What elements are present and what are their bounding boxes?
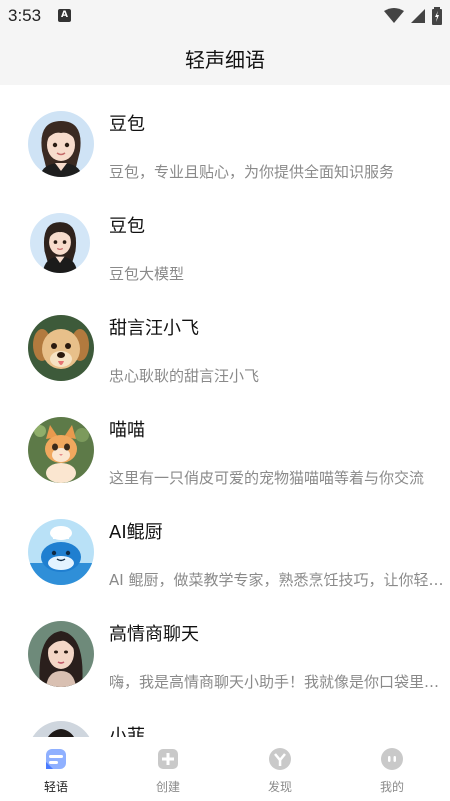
status-icons: [384, 7, 442, 25]
kitten-avatar: [28, 417, 94, 483]
chat-item-ai-chef[interactable]: AI鲲厨 AI 鲲厨，做菜教学专家，熟悉烹饪技巧，让你轻松下厨: [0, 493, 450, 595]
plus-square-icon: [158, 749, 178, 769]
whale-chef-avatar: [28, 519, 94, 585]
chat-description: 嗨，我是高情商聊天小助手！我就像是你口袋里的好友: [109, 673, 449, 691]
tab-discover[interactable]: 发现: [224, 737, 336, 801]
chat-item-high-eq[interactable]: 高情商聊天 嗨，我是高情商聊天小助手！我就像是你口袋里的好友: [0, 595, 450, 697]
tab-label: 创建: [155, 780, 180, 794]
discover-icon: [269, 748, 291, 770]
chat-name: 喵喵: [109, 420, 145, 441]
page-title: 轻声细语: [185, 48, 265, 72]
woman-portrait-avatar: [28, 621, 94, 687]
signal-icon: [411, 9, 425, 23]
doubao-girl-avatar-small: [30, 213, 90, 273]
battery-icon: [432, 7, 442, 25]
chat-name: 豆包: [109, 216, 145, 237]
chat-item-doubao-model[interactable]: 豆包 豆包大模型: [0, 187, 450, 289]
tab-profile[interactable]: 我的: [336, 737, 448, 801]
bottom-tab-bar: 轻语 创建 发现 我的: [0, 737, 450, 801]
xiaofei-avatar: [28, 721, 94, 737]
chat-list[interactable]: 豆包 豆包，专业且贴心，为你提供全面知识服务 豆包 豆包大模型 甜言汪小飞 忠心…: [0, 85, 450, 737]
chat-description: 豆包，专业且贴心，为你提供全面知识服务: [109, 163, 395, 181]
chat-name: 高情商聊天: [109, 624, 199, 645]
notification-a-icon: A: [58, 9, 71, 22]
chat-description: 忠心耿耿的甜言汪小飞: [109, 367, 260, 385]
chat-item-puppy[interactable]: 甜言汪小飞 忠心耿耿的甜言汪小飞: [0, 289, 450, 391]
chat-name: 豆包: [109, 114, 145, 135]
chat-description: 豆包大模型: [109, 265, 185, 283]
tab-qingyu[interactable]: 轻语: [0, 737, 112, 801]
status-bar: 3:53 A: [0, 0, 450, 34]
chat-name: 甜言汪小飞: [109, 318, 199, 339]
chat-name: AI鲲厨: [109, 522, 163, 543]
chat-item-doubao[interactable]: 豆包 豆包，专业且贴心，为你提供全面知识服务: [0, 85, 450, 187]
chat-bubble-icon: [46, 749, 66, 769]
chat-description: 这里有一只俏皮可爱的宠物猫喵喵等着与你交流: [109, 469, 425, 487]
tab-label: 轻语: [43, 780, 68, 794]
puppy-avatar: [28, 315, 94, 381]
chat-name: 小菲: [109, 726, 145, 737]
profile-icon: [381, 748, 403, 770]
doubao-girl-avatar: [28, 111, 94, 177]
tab-create[interactable]: 创建: [112, 737, 224, 801]
chat-item-xiaofei[interactable]: 小菲: [0, 697, 450, 737]
tab-label: 我的: [379, 780, 404, 794]
wifi-icon: [384, 8, 404, 23]
app-header: 轻声细语: [0, 34, 450, 85]
tab-label: 发现: [267, 780, 292, 794]
status-time: 3:53: [8, 6, 42, 25]
chat-description: AI 鲲厨，做菜教学专家，熟悉烹饪技巧，让你轻松下厨: [109, 571, 449, 589]
chat-item-kitten[interactable]: 喵喵 这里有一只俏皮可爱的宠物猫喵喵等着与你交流: [0, 391, 450, 493]
